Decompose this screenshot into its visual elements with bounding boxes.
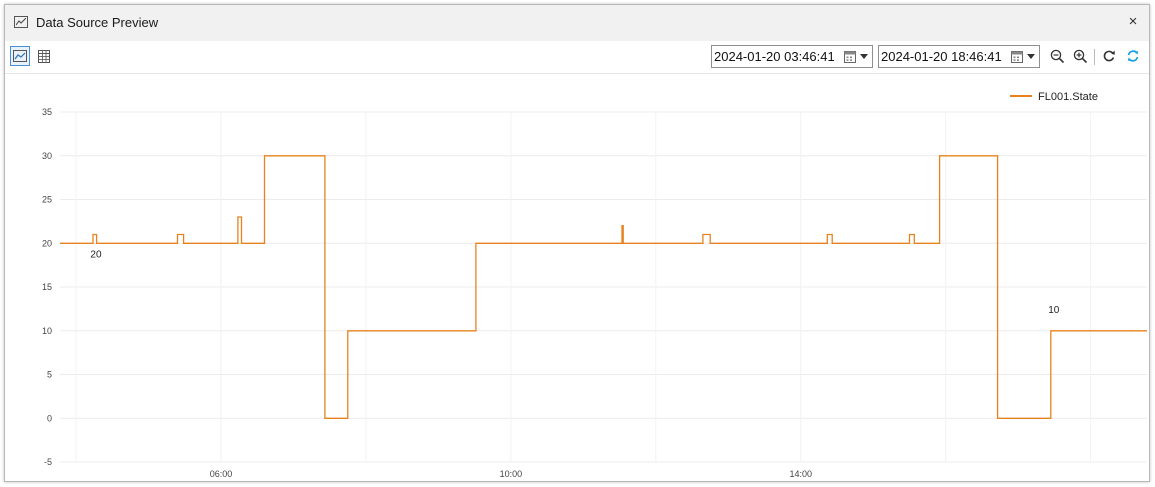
y-axis: -5 0 5 10 15 20 25 30 35 — [42, 107, 52, 467]
data-source-preview-window: Data Source Preview × 2024-01-20 03:46:4… — [4, 4, 1150, 482]
refresh-icon — [1127, 50, 1139, 62]
y-tick-label: -5 — [44, 457, 52, 467]
calendar-icon[interactable] — [844, 50, 856, 63]
reset-button[interactable] — [1099, 46, 1119, 66]
start-time-picker[interactable]: 2024-01-20 03:46:41 — [711, 45, 873, 68]
zoom-in-icon — [1073, 49, 1087, 63]
toolbar-separator — [1094, 49, 1095, 65]
chevron-down-icon[interactable] — [860, 54, 868, 59]
data-label: 10 — [1048, 305, 1060, 316]
table-icon — [38, 49, 50, 63]
data-label: 20 — [90, 249, 102, 260]
chart-grid — [60, 111, 1147, 463]
start-time-value: 2024-01-20 03:46:41 — [714, 49, 835, 64]
toolbar: 2024-01-20 03:46:41 2024-01-20 18:46:41 — [5, 41, 1149, 74]
chart-annotations: 2010 — [90, 249, 1059, 316]
y-tick-label: 0 — [47, 413, 52, 423]
zoom-out-button[interactable] — [1047, 46, 1067, 66]
line-chart-icon — [13, 50, 27, 62]
table-view-button[interactable] — [34, 46, 54, 66]
x-tick-label: 10:00 — [500, 469, 523, 479]
y-tick-label: 15 — [42, 282, 52, 292]
zoom-in-button[interactable] — [1070, 46, 1090, 66]
legend-label: FL001.State — [1038, 91, 1098, 103]
end-time-value: 2024-01-20 18:46:41 — [881, 49, 1002, 64]
calendar-icon[interactable] — [1011, 50, 1023, 63]
line-chart[interactable]: -505101520253035 06:00 10:00 14:00 2010 FL… — [5, 74, 1149, 482]
zoom-out-icon — [1050, 49, 1064, 63]
close-button[interactable]: × — [1125, 14, 1141, 30]
end-time-picker[interactable]: 2024-01-20 18:46:41 — [878, 45, 1040, 68]
y-tick-label: 30 — [42, 151, 52, 161]
y-tick-label: 35 — [42, 107, 52, 117]
chevron-down-icon[interactable] — [1027, 54, 1035, 59]
refresh-button[interactable] — [1123, 46, 1143, 66]
chart-window-icon — [14, 16, 28, 28]
window-title: Data Source Preview — [36, 15, 159, 30]
reset-icon — [1103, 50, 1115, 62]
y-tick-label: 10 — [42, 326, 52, 336]
y-tick-label: 25 — [42, 195, 52, 205]
y-tick-label: 20 — [42, 238, 52, 248]
y-tick-label: 5 — [47, 370, 52, 380]
x-tick-label: 06:00 — [210, 469, 233, 479]
x-tick-label: 14:00 — [789, 469, 812, 479]
chart-area[interactable]: -5 0 5 10 15 20 25 30 35 06:00 10:00 14:00 20 10 FL… — [5, 74, 1149, 482]
title-bar: Data Source Preview × — [5, 5, 1149, 41]
x-axis: 06:00 10:00 14:00 — [210, 469, 812, 479]
chart-legend[interactable]: FL001.State — [1010, 91, 1098, 103]
chart-view-button[interactable] — [10, 46, 30, 66]
